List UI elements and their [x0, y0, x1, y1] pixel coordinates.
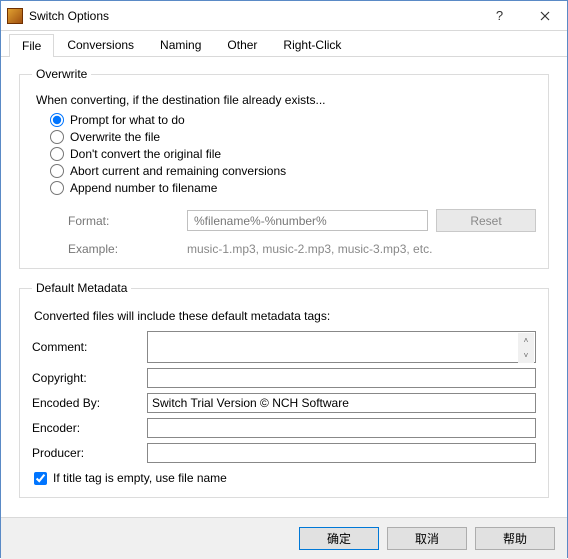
example-text: music-1.mp3, music-2.mp3, music-3.mp3, e…	[187, 242, 432, 256]
close-icon	[540, 11, 550, 21]
metadata-desc: Converted files will include these defau…	[34, 309, 536, 323]
comment-field[interactable]: ˄ ˅	[147, 331, 536, 363]
tab-naming[interactable]: Naming	[147, 33, 214, 56]
overwrite-intro: When converting, if the destination file…	[36, 93, 536, 107]
dialog-footer: 确定 取消 帮助	[1, 517, 567, 559]
title-fallback-checkbox[interactable]	[34, 472, 47, 485]
cancel-button[interactable]: 取消	[387, 527, 467, 550]
comment-label: Comment:	[32, 340, 147, 354]
help-button[interactable]: ?	[477, 1, 522, 31]
metadata-legend: Default Metadata	[32, 281, 131, 295]
radio-append-number[interactable]	[50, 181, 64, 195]
title-bar: Switch Options ?	[1, 1, 567, 31]
copyright-field[interactable]	[147, 368, 536, 388]
overwrite-legend: Overwrite	[32, 67, 91, 81]
chevron-up-icon[interactable]: ˄	[518, 333, 534, 348]
tab-strip: File Conversions Naming Other Right-Clic…	[1, 31, 567, 57]
radio-prompt[interactable]	[50, 113, 64, 127]
title-fallback-label: If title tag is empty, use file name	[53, 471, 227, 485]
metadata-group: Default Metadata Converted files will in…	[19, 281, 549, 498]
radio-dont-convert-label: Don't convert the original file	[70, 147, 221, 161]
tab-conversions[interactable]: Conversions	[54, 33, 147, 56]
comment-spin[interactable]: ˄ ˅	[518, 333, 534, 363]
encoder-label: Encoder:	[32, 421, 147, 435]
encoded-by-label: Encoded By:	[32, 396, 147, 410]
radio-abort-label: Abort current and remaining conversions	[70, 164, 286, 178]
ok-button[interactable]: 确定	[299, 527, 379, 550]
format-input	[187, 210, 428, 231]
radio-prompt-label: Prompt for what to do	[70, 113, 185, 127]
reset-button: Reset	[436, 209, 536, 232]
copyright-label: Copyright:	[32, 371, 147, 385]
overwrite-group: Overwrite When converting, if the destin…	[19, 67, 549, 269]
help-footer-button[interactable]: 帮助	[475, 527, 555, 550]
tab-file[interactable]: File	[9, 34, 54, 57]
app-icon	[7, 8, 23, 24]
tab-other[interactable]: Other	[214, 33, 270, 56]
example-label: Example:	[32, 242, 187, 256]
close-button[interactable]	[522, 1, 567, 31]
radio-overwrite-label: Overwrite the file	[70, 130, 160, 144]
producer-label: Producer:	[32, 446, 147, 460]
tab-panel-file: Overwrite When converting, if the destin…	[1, 57, 567, 522]
tab-right-click[interactable]: Right-Click	[270, 33, 354, 56]
radio-append-number-label: Append number to filename	[70, 181, 217, 195]
window-title: Switch Options	[29, 9, 477, 23]
encoded-by-field[interactable]	[147, 393, 536, 413]
chevron-down-icon[interactable]: ˅	[518, 348, 534, 363]
radio-dont-convert[interactable]	[50, 147, 64, 161]
encoder-field[interactable]	[147, 418, 536, 438]
radio-overwrite[interactable]	[50, 130, 64, 144]
radio-abort[interactable]	[50, 164, 64, 178]
producer-field[interactable]	[147, 443, 536, 463]
format-label: Format:	[32, 214, 187, 228]
